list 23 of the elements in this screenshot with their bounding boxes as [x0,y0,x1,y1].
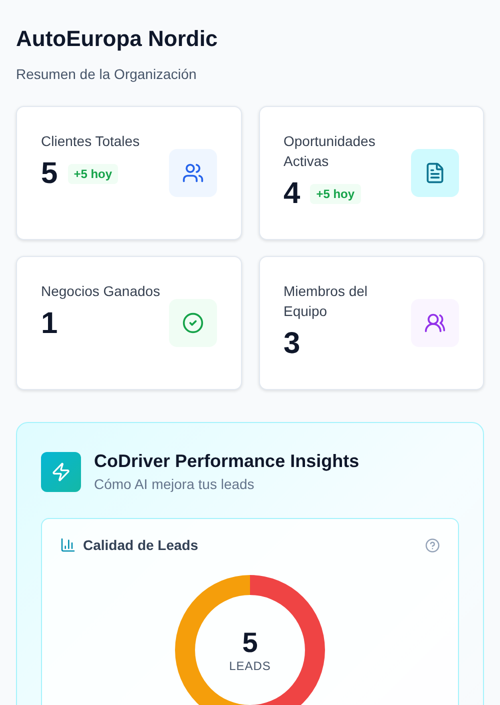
change-badge: +5 hoy [68,164,118,184]
stat-value: 4 [284,177,300,211]
people-icon [411,299,459,347]
panel-subtitle: Cómo AI mejora tus leads [94,476,256,492]
stat-label: Miembros del Equipo [284,282,369,321]
stat-label: Negocios Ganados [41,282,160,301]
stat-label: Oportunidades Activas [284,132,376,171]
bar-chart-icon [60,537,76,553]
lead-total: 5 [242,627,258,659]
stat-value: 3 [284,327,300,361]
page-title: AutoEuropa Nordic [16,26,219,52]
stat-value: 1 [41,307,58,341]
change-badge: +5 hoy [310,184,361,204]
stat-label: Clientes Totales [41,132,140,151]
panel-title: CoDriver Performance Insights [94,451,360,472]
page-subtitle: Resumen de la Organización [16,66,198,82]
card-title: Calidad de Leads [83,537,198,553]
help-icon[interactable] [425,538,440,552]
lead-unit: LEADS [229,659,271,673]
people-icon [168,149,216,197]
document-icon [411,149,459,197]
stat-value: 5 [41,157,58,191]
lightning-icon [41,452,81,492]
